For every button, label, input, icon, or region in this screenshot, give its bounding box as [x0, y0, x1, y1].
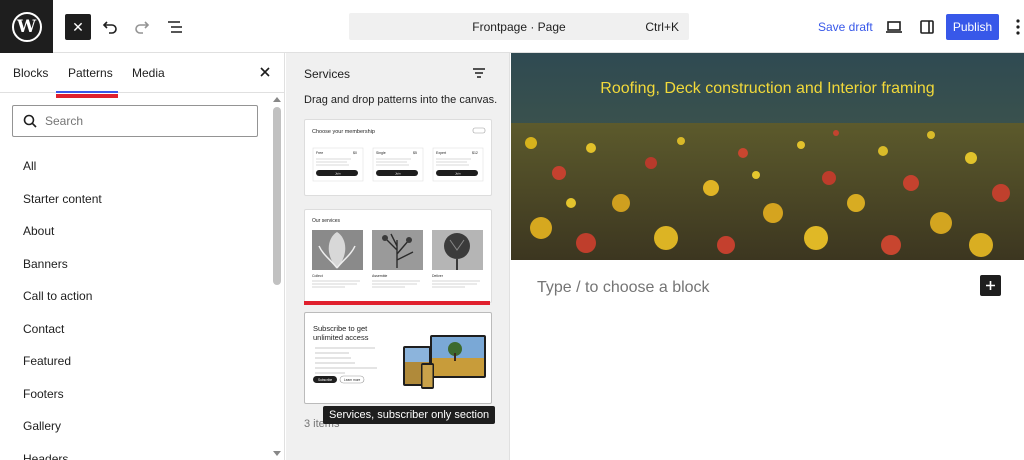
tab-patterns[interactable]: Patterns — [68, 66, 113, 80]
close-icon: ✕ — [72, 18, 84, 35]
search-field[interactable] — [12, 105, 258, 137]
service-title: Collect — [312, 274, 323, 278]
search-icon — [23, 114, 37, 128]
devices-illustration — [403, 335, 486, 389]
category-item-gallery[interactable]: Gallery — [0, 410, 270, 443]
sidebar-icon — [920, 20, 934, 34]
publish-button[interactable]: Publish — [946, 14, 999, 40]
service-title: Deliver — [432, 274, 444, 278]
plan-button-label: Join — [395, 172, 401, 176]
editor-canvas: Roofing, Deck construction and Interior … — [511, 53, 1024, 460]
plan-price: $5 — [413, 151, 417, 155]
category-item-all[interactable]: All — [0, 150, 270, 183]
category-item-about[interactable]: About — [0, 215, 270, 248]
plan-name: Single — [376, 151, 386, 155]
plan-name: Expert — [436, 151, 446, 155]
tab-media[interactable]: Media — [132, 66, 165, 80]
list-view-icon — [168, 21, 182, 33]
category-item-call-to-action[interactable]: Call to action — [0, 280, 270, 313]
close-panel-button[interactable] — [256, 63, 274, 81]
cover-heading[interactable]: Roofing, Deck construction and Interior … — [511, 80, 1024, 98]
subscribe-heading-line: unlimited access — [313, 333, 369, 342]
pattern-card-subscriber-section[interactable]: Subscribe to get unlimited access Subscr… — [304, 312, 492, 404]
settings-sidebar-button[interactable] — [914, 14, 940, 40]
wordpress-logo-button[interactable]: W — [0, 0, 53, 53]
wordpress-icon: W — [11, 11, 42, 42]
plan-column: Free $0 Join — [312, 147, 364, 182]
scrollbar-thumb[interactable] — [273, 107, 281, 285]
service-title: Assemble — [372, 274, 387, 278]
services-preview: Our services Collect Assemble Deliver — [312, 218, 483, 288]
plus-icon — [986, 281, 995, 290]
services-heading: Our services — [312, 218, 341, 224]
subscribe-heading-line: Subscribe to get — [313, 324, 368, 333]
category-item-headers[interactable]: Headers — [0, 443, 270, 460]
scroll-up-arrow-icon[interactable] — [273, 97, 281, 102]
command-palette-bar[interactable]: Frontpage · Page Ctrl+K — [349, 13, 689, 40]
close-icon — [260, 67, 270, 77]
scroll-down-arrow-icon[interactable] — [273, 451, 281, 456]
search-input[interactable] — [45, 112, 245, 130]
active-tab-indicator — [56, 91, 118, 93]
inserter-tabs: Blocks Patterns Media — [0, 53, 285, 98]
options-menu-icon[interactable] — [1012, 14, 1024, 40]
pattern-category-list: All Starter content About Banners Call t… — [0, 150, 270, 460]
plan-price: $12 — [472, 151, 478, 155]
category-item-featured[interactable]: Featured — [0, 345, 270, 378]
undo-button[interactable] — [97, 14, 123, 40]
tab-blocks[interactable]: Blocks — [13, 66, 48, 80]
category-description: Drag and drop patterns into the canvas. — [304, 94, 498, 106]
redo-icon — [135, 21, 150, 34]
undo-icon — [102, 21, 117, 34]
membership-heading: Choose your membership — [312, 129, 375, 135]
pattern-card-membership[interactable]: Choose your membership Free $0 Join Sing… — [304, 119, 492, 196]
publish-label: Publish — [952, 20, 993, 34]
selection-highlight-bar — [304, 301, 490, 305]
block-placeholder[interactable]: Type / to choose a block — [537, 279, 710, 297]
laptop-icon — [886, 21, 902, 33]
subscribe-primary-label: Subscribe — [318, 378, 332, 382]
filter-icon[interactable] — [471, 65, 487, 81]
plan-column: Expert $12 Join — [432, 147, 484, 182]
plan-button-label: Join — [335, 172, 341, 176]
plan-button-label: Join — [455, 172, 461, 176]
category-item-starter-content[interactable]: Starter content — [0, 183, 270, 216]
document-overview-button[interactable] — [162, 14, 188, 40]
subscribe-secondary-label: Learn more — [344, 378, 361, 382]
add-block-button[interactable] — [980, 275, 1001, 296]
block-inserter-panel: Blocks Patterns Media All Starter conten… — [0, 53, 285, 460]
pattern-card-our-services[interactable]: Our services Collect Assemble Deliver — [304, 209, 492, 303]
plan-price: $0 — [353, 151, 357, 155]
save-draft-button[interactable]: Save draft — [818, 20, 873, 34]
close-inserter-button[interactable]: ✕ — [65, 14, 91, 40]
category-item-contact[interactable]: Contact — [0, 313, 270, 346]
pattern-explorer-column: Services Drag and drop patterns into the… — [286, 53, 510, 460]
plan-name: Free — [316, 151, 323, 155]
category-scrollbar[interactable] — [272, 93, 282, 460]
document-title: Frontpage · Page — [472, 20, 566, 34]
cover-block[interactable]: Roofing, Deck construction and Interior … — [511, 53, 1024, 260]
redo-button[interactable] — [129, 14, 155, 40]
command-shortcut: Ctrl+K — [645, 20, 679, 34]
membership-preview: Choose your membership Free $0 Join Sing… — [312, 127, 486, 182]
editor-toolbar: W ✕ Frontpage · Page Ctrl+K Save draft P… — [0, 0, 1024, 53]
category-item-banners[interactable]: Banners — [0, 248, 270, 281]
plan-column: Single $5 Join — [372, 147, 424, 182]
pattern-tooltip: Services, subscriber only section — [323, 406, 496, 424]
category-item-footers[interactable]: Footers — [0, 378, 270, 411]
highlight-underline — [56, 94, 118, 98]
subscribe-preview: Subscribe to get unlimited access Subscr… — [313, 324, 486, 389]
category-title: Services — [304, 67, 351, 81]
preview-button[interactable] — [881, 14, 907, 40]
